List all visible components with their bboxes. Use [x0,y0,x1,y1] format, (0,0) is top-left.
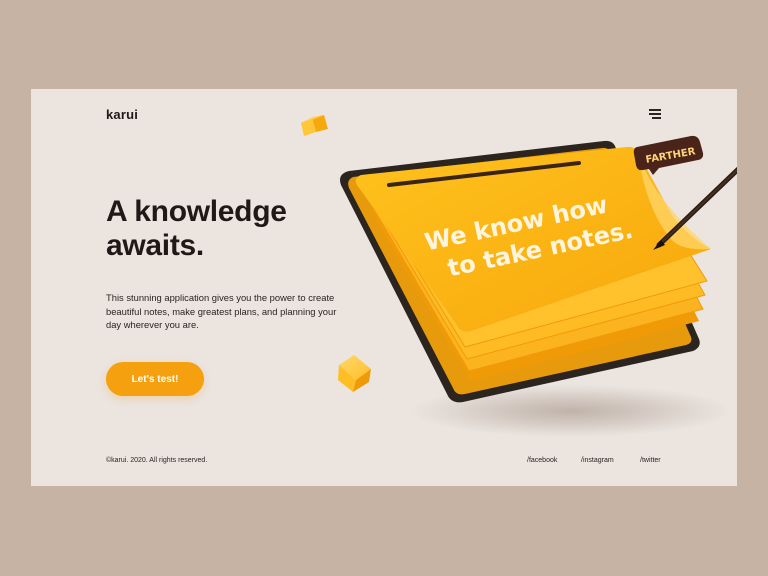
social-link-facebook[interactable]: /facebook [527,457,557,464]
cube-icon-small [301,115,328,136]
cube-icon-large [338,355,371,392]
farther-badge: FARTHER [633,135,704,175]
social-link-instagram[interactable]: /instagram [581,457,614,464]
footer-copyright: ©karui. 2020. All rights reserved. [106,457,208,464]
notes-tablet-illustration: We know how to take notes. FARTHER [301,115,737,437]
social-link-twitter[interactable]: /twitter [640,457,661,464]
landing-card: karui A knowledge awaits. This stunning … [31,89,737,486]
